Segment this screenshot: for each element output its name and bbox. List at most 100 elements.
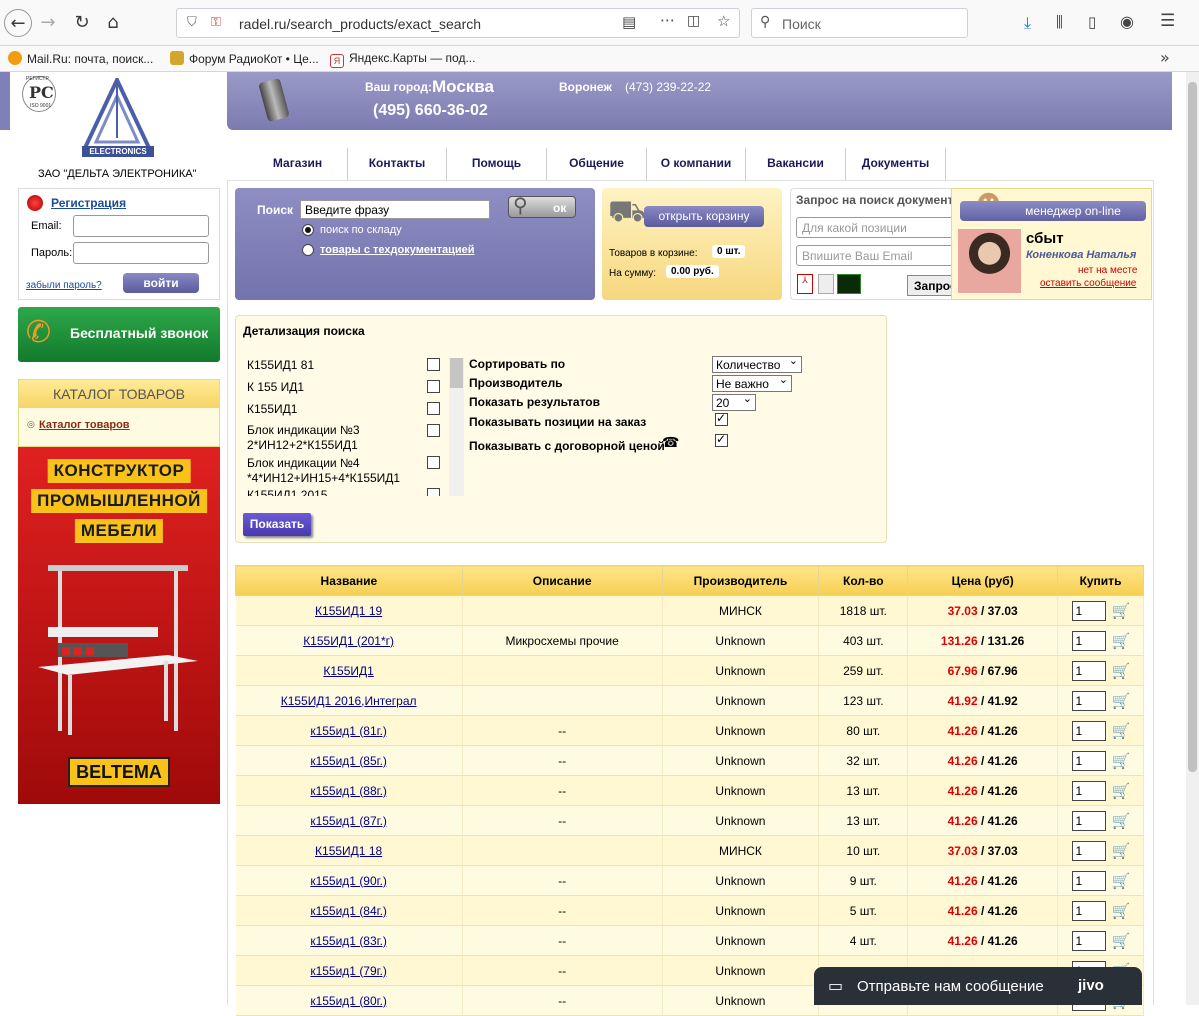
bookmark-item[interactable]: Mail.Ru: почта, поиск...	[8, 51, 153, 66]
qty-input[interactable]: 1	[1071, 810, 1106, 831]
col-header-maker[interactable]: Производитель	[661, 565, 820, 596]
details-item-checkbox[interactable]	[427, 424, 440, 437]
bookmark-item[interactable]: Я Яндекс.Карты — под...	[330, 51, 475, 68]
add-to-cart-icon[interactable]: 🛒	[1112, 632, 1131, 650]
col-header-price[interactable]: Цена (руб)	[907, 565, 1059, 596]
add-to-cart-icon[interactable]: 🛒	[1112, 782, 1131, 800]
product-link[interactable]: к155ид1 (85г.)	[310, 754, 387, 768]
add-to-cart-icon[interactable]: 🛒	[1112, 812, 1131, 830]
qty-input[interactable]: 1	[1071, 780, 1106, 801]
shield-icon[interactable]: ⛉	[187, 15, 197, 30]
reload-icon[interactable]: ↻	[68, 9, 96, 37]
details-scrollbar[interactable]	[449, 358, 464, 496]
product-link[interactable]: К155ИД1 2016,Интеграл	[281, 694, 417, 708]
bookmark-star-icon[interactable]: ☆	[717, 12, 730, 30]
qty-input[interactable]: 1	[1071, 630, 1106, 651]
qty-input[interactable]: 1	[1071, 930, 1106, 951]
download-icon[interactable]: ⤓	[1024, 13, 1031, 33]
product-link[interactable]: К155ИД1 19	[315, 604, 382, 618]
login-email-input[interactable]	[73, 215, 209, 237]
product-link[interactable]: к155ид1 (87г.)	[310, 814, 387, 828]
chevron-right-icon[interactable]: »	[1160, 48, 1170, 67]
product-link[interactable]: к155ид1 (83г.)	[310, 934, 387, 948]
qty-input[interactable]: 1	[1071, 660, 1106, 681]
contract-checkbox[interactable]	[715, 432, 728, 447]
add-to-cart-icon[interactable]: 🛒	[1112, 872, 1131, 890]
product-link[interactable]: к155ид1 (80г.)	[310, 994, 387, 1008]
open-cart-button[interactable]: открыть корзину	[644, 206, 764, 227]
col-header-qty[interactable]: Кол-во	[818, 565, 909, 596]
product-link[interactable]: к155ид1 (79г.)	[310, 964, 387, 978]
add-to-cart-icon[interactable]: 🛒	[1112, 752, 1131, 770]
col-header-name[interactable]: Название	[235, 565, 463, 596]
product-link[interactable]: к155ид1 (84г.)	[310, 904, 387, 918]
library-icon[interactable]: ⫼	[1056, 13, 1063, 31]
add-to-cart-icon[interactable]: 🛒	[1112, 662, 1131, 680]
add-to-cart-icon[interactable]: 🛒	[1112, 692, 1131, 710]
register-link[interactable]: Регистрация	[51, 196, 126, 210]
sort-select[interactable]: Количество	[712, 354, 802, 373]
menu-item-forum[interactable]: Общение	[547, 148, 647, 180]
lock-icon[interactable]: ⚿	[211, 15, 221, 30]
add-to-cart-icon[interactable]: 🛒	[1112, 722, 1131, 740]
product-link[interactable]: К155ИД1 (201*г)	[303, 634, 394, 648]
menu-icon[interactable]: ☰	[1160, 11, 1175, 31]
url-bar[interactable]: ⛉ ⚿ radel.ru/search_products/exact_searc…	[176, 8, 740, 38]
details-item-checkbox[interactable]	[427, 358, 440, 371]
login-password-input[interactable]	[73, 242, 209, 264]
menu-item-vacancies[interactable]: Вакансии	[746, 148, 846, 180]
add-to-cart-icon[interactable]: 🛒	[1112, 842, 1131, 860]
search-ok-button[interactable]: ⚲ ок	[508, 193, 576, 218]
sidebar-icon[interactable]: ▯	[1088, 13, 1096, 31]
product-link[interactable]: к155ид1 (88г.)	[310, 784, 387, 798]
col-header-desc[interactable]: Описание	[461, 565, 663, 596]
show-results-select[interactable]: 20	[712, 392, 756, 411]
show-button[interactable]: Показать	[243, 513, 311, 536]
reader-view-icon[interactable]: ▤	[622, 13, 636, 31]
scrollbar[interactable]	[1186, 72, 1199, 1005]
menu-item-about[interactable]: О компании	[647, 148, 746, 180]
details-scroll-thumb[interactable]	[450, 358, 463, 388]
details-item-checkbox[interactable]	[427, 488, 440, 496]
city-selector[interactable]: Москва	[432, 77, 494, 97]
details-item-checkbox[interactable]	[427, 402, 440, 415]
home-icon[interactable]: ⌂	[99, 9, 127, 37]
product-link[interactable]: К155ИД1 18	[315, 844, 382, 858]
menu-item-help[interactable]: Помощь	[447, 148, 547, 180]
bookmark-item[interactable]: Форум РадиоКот • Це...	[170, 51, 319, 66]
menu-item-shop[interactable]: Магазин	[248, 148, 348, 180]
browser-search-bar[interactable]: ⚲ Поиск	[751, 8, 968, 38]
login-button[interactable]: войти	[123, 273, 199, 293]
details-item-checkbox[interactable]	[427, 380, 440, 393]
menu-item-documents[interactable]: Документы	[846, 148, 946, 180]
qty-input[interactable]: 1	[1071, 750, 1106, 771]
free-call-button[interactable]: ✆ Бесплатный звонок	[18, 307, 220, 362]
qty-input[interactable]: 1	[1071, 690, 1106, 711]
catalog-link[interactable]: Каталог товаров	[39, 419, 130, 431]
add-to-cart-icon[interactable]: 🛒	[1112, 902, 1131, 920]
qty-input[interactable]: 1	[1071, 840, 1106, 861]
manager-online-widget[interactable]: ☻ менеджер on-line сбыт Коненкова Наталь…	[951, 188, 1152, 300]
add-to-cart-icon[interactable]: 🛒	[1112, 932, 1131, 950]
account-icon[interactable]: ◉	[1120, 12, 1134, 31]
forward-icon[interactable]: →	[34, 9, 62, 37]
more-icon[interactable]: ⋯	[660, 11, 675, 29]
chat-widget[interactable]: ▭ Отправьте нам сообщение jivo	[814, 967, 1142, 1005]
ad-banner[interactable]: КОНСТРУКТОР ПРОМЫШЛЕННОЙ МЕБЕЛИ BELTEMA	[18, 447, 220, 804]
qty-input[interactable]: 1	[1071, 900, 1106, 921]
qty-input[interactable]: 1	[1071, 600, 1106, 621]
qty-input[interactable]: 1	[1071, 870, 1106, 891]
back-icon[interactable]: ←	[4, 9, 32, 37]
product-link[interactable]: К155ИД1	[323, 664, 373, 678]
order-checkbox[interactable]	[715, 411, 728, 426]
menu-item-contacts[interactable]: Контакты	[348, 148, 447, 180]
maker-select[interactable]: Не важно	[712, 373, 792, 392]
site-search-input[interactable]: Введите фразу	[300, 200, 490, 219]
pocket-icon[interactable]: ◫	[687, 13, 700, 29]
qty-input[interactable]: 1	[1071, 720, 1106, 741]
radio-stock[interactable]	[302, 224, 314, 236]
forgot-password-link[interactable]: забыли пароль?	[26, 280, 102, 291]
details-item-checkbox[interactable]	[427, 456, 440, 469]
scroll-thumb[interactable]	[1188, 82, 1197, 772]
add-to-cart-icon[interactable]: 🛒	[1112, 602, 1131, 620]
